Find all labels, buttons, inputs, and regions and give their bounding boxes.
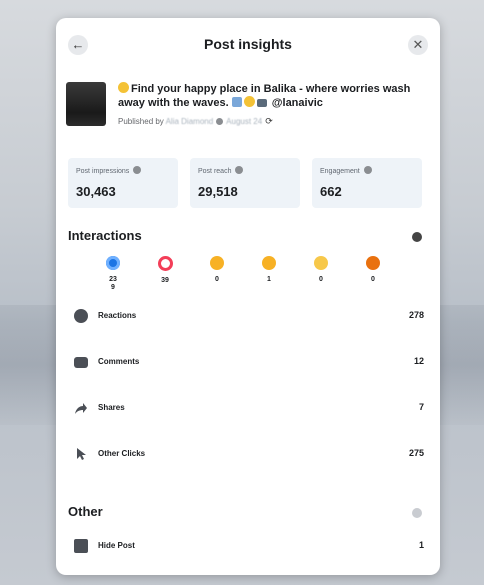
sun-emoji-icon <box>243 96 255 107</box>
stat-label: Post impressions <box>76 166 142 175</box>
stats-row: Post impressions 30,463 Post reach 29,51… <box>68 158 428 208</box>
post-caption: Find your happy place in Balika - where … <box>118 82 428 110</box>
row-other-clicks[interactable]: Other Clicks 275 <box>68 444 428 466</box>
reaction-love: 39 <box>150 256 180 284</box>
reaction-count: 1 <box>267 276 271 283</box>
row-reactions[interactable]: Reactions 278 <box>68 306 428 328</box>
interactions-heading: Interactions <box>68 228 142 243</box>
close-icon: ✕ <box>412 37 424 52</box>
cursor-icon <box>77 448 86 460</box>
info-icon[interactable] <box>363 166 372 174</box>
row-label: Comments <box>98 357 140 366</box>
row-value: 275 <box>408 448 424 458</box>
wow-reaction-icon <box>262 256 276 270</box>
reaction-count: 23 <box>109 276 117 283</box>
post-preview[interactable]: Find your happy place in Balika - where … <box>56 74 440 144</box>
camera-emoji-icon <box>256 99 267 107</box>
row-shares[interactable]: Shares 7 <box>68 398 428 420</box>
angry-reaction-icon <box>366 256 380 270</box>
sad-reaction-icon <box>314 256 328 270</box>
row-comments[interactable]: Comments 12 <box>68 352 428 374</box>
row-value: 278 <box>408 310 424 320</box>
dialog-header: ← Post insights ✕ <box>56 18 440 74</box>
post-mention[interactable]: @lanaivic <box>272 97 323 109</box>
published-label: Published by <box>118 117 164 126</box>
reaction-sad: 0 <box>306 256 336 283</box>
globe-icon <box>216 118 224 125</box>
love-reaction-icon <box>157 256 173 271</box>
row-label: Hide Post <box>98 541 135 550</box>
stat-value: 662 <box>320 184 342 199</box>
reaction-count: 0 <box>319 276 323 283</box>
reaction-subcount: 9 <box>111 284 115 291</box>
row-label: Shares <box>98 403 125 412</box>
stat-value: 29,518 <box>198 184 238 199</box>
info-icon[interactable] <box>412 508 422 518</box>
info-icon[interactable] <box>412 232 422 242</box>
info-icon[interactable] <box>133 166 142 174</box>
stat-card-impressions: Post impressions 30,463 <box>68 158 178 208</box>
stat-value: 30,463 <box>76 184 116 199</box>
post-thumbnail <box>66 82 106 126</box>
reaction-like: 23 9 <box>98 256 128 291</box>
like-reaction-icon <box>106 256 120 270</box>
row-label: Other Clicks <box>98 449 146 458</box>
post-author[interactable]: Alia Diamond <box>166 117 214 126</box>
smile-icon <box>74 309 88 323</box>
reaction-wow: 1 <box>254 256 284 283</box>
stat-label: Post reach <box>198 166 244 175</box>
post-date: August 24 <box>226 117 263 126</box>
row-value: 12 <box>413 356 424 366</box>
stat-label: Engagement <box>320 166 372 175</box>
reaction-count: 0 <box>215 276 219 283</box>
row-value: 7 <box>418 402 424 412</box>
stat-card-engagement: Engagement 662 <box>312 158 422 208</box>
row-hide-post[interactable]: Hide Post 1 <box>68 536 428 558</box>
row-value: 1 <box>418 540 424 550</box>
close-button[interactable]: ✕ <box>408 35 428 55</box>
more-icon[interactable]: ⟳ <box>265 116 273 126</box>
share-arrow-icon <box>75 403 87 414</box>
other-heading: Other <box>68 504 103 519</box>
comment-icon <box>74 357 88 368</box>
reaction-breakdown: 23 9 39 0 1 0 0 <box>98 256 398 306</box>
post-insights-dialog: ← Post insights ✕ Find your happy place … <box>56 18 440 575</box>
reaction-count: 39 <box>161 277 169 284</box>
wave-emoji-icon <box>231 97 242 107</box>
emoji-icon <box>118 82 129 93</box>
row-label: Reactions <box>98 311 137 320</box>
reaction-angry: 0 <box>358 256 388 283</box>
haha-reaction-icon <box>210 256 224 270</box>
info-icon[interactable] <box>235 166 244 174</box>
stat-card-reach: Post reach 29,518 <box>190 158 300 208</box>
reaction-haha: 0 <box>202 256 232 283</box>
dialog-title: Post insights <box>204 36 292 52</box>
post-meta: Published by Alia Diamond August 24 ⟳ <box>118 116 273 127</box>
hide-icon <box>74 539 88 553</box>
reaction-count: 0 <box>371 276 375 283</box>
